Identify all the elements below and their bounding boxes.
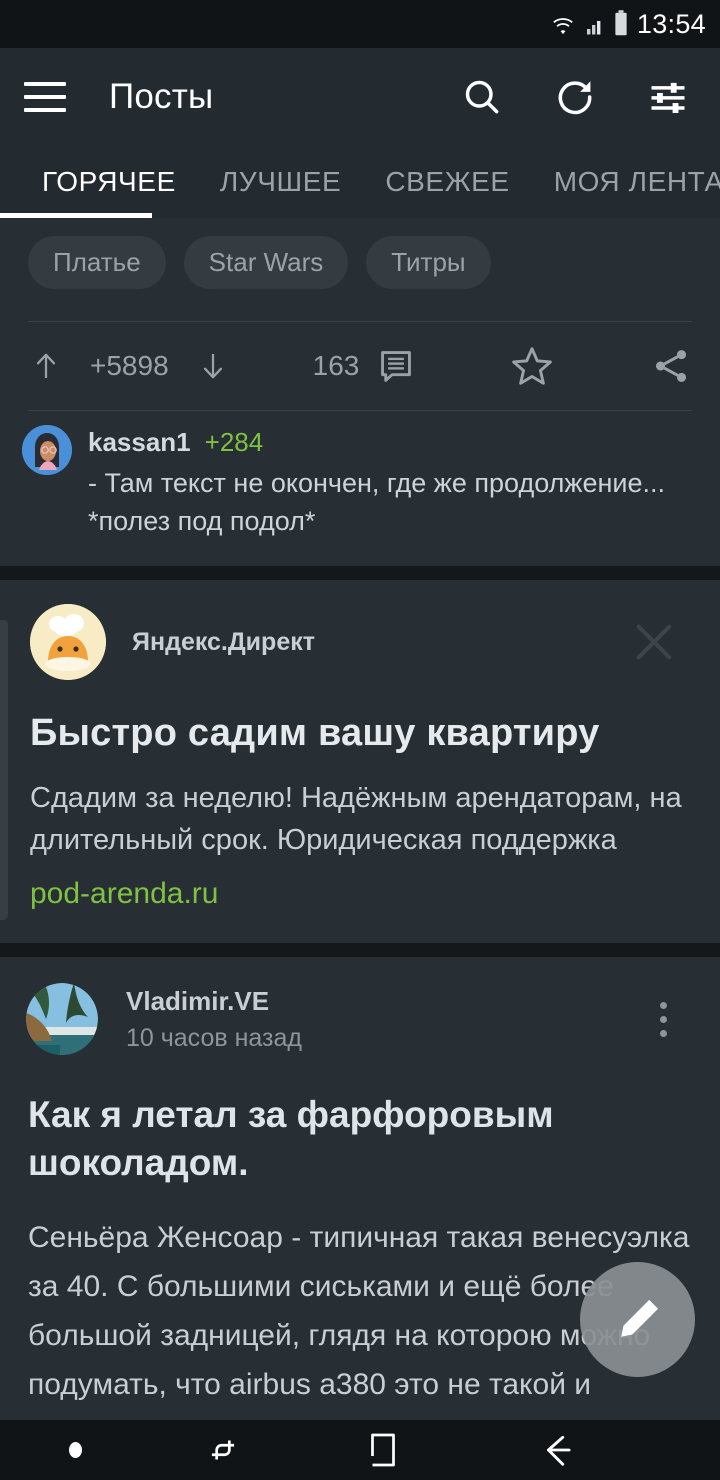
ad-title: Быстро садим вашу квартиру xyxy=(30,712,600,754)
comment-header: kassan1 +284 xyxy=(88,427,692,458)
tune-filter-icon[interactable] xyxy=(646,75,690,119)
comment-rating: +284 xyxy=(204,427,264,457)
downvote-button[interactable] xyxy=(195,346,231,386)
ad-source-label: Яндекс.Директ xyxy=(132,627,315,656)
status-bar: 13:54 xyxy=(0,0,720,48)
post-card-partial[interactable]: Платье Star Wars Титры +5898 163 kassan1… xyxy=(0,218,720,778)
search-icon[interactable] xyxy=(460,75,504,119)
comment-username[interactable]: kassan1 xyxy=(88,427,191,458)
pencil-edit-icon xyxy=(620,1299,658,1337)
comment-text: - Там текст не окончен, где же продолжен… xyxy=(88,468,665,536)
tab-fresh[interactable]: СВЕЖЕЕ xyxy=(363,145,531,218)
tag-list: Платье Star Wars Титры xyxy=(0,218,720,293)
wifi-icon xyxy=(553,18,573,35)
page-title: Посты xyxy=(109,76,214,116)
post-timestamp: 10 часов назад xyxy=(126,1023,302,1052)
comments-count: 163 xyxy=(312,350,360,381)
comment-preview[interactable]: kassan1 +284 - Там текст не окончен, где… xyxy=(0,411,720,566)
signal-icon xyxy=(586,21,601,35)
status-bar-icons xyxy=(548,9,630,39)
post-title[interactable]: Как я летал за фарфоровым шоколадом. xyxy=(0,1055,720,1187)
tab-label: МОЯ ЛЕНТА xyxy=(553,165,720,197)
tab-label: ЛУЧШЕЕ xyxy=(219,165,342,197)
app-root: 13:54 Посты ГОРЯЧЕЕ ЛУЧШЕЕ СВЕЖЕЕ МОЯ ЛЕ… xyxy=(0,0,720,1480)
hamburger-menu-icon[interactable] xyxy=(24,81,66,112)
tab-label: ГОРЯЧЕЕ xyxy=(42,165,176,197)
create-post-fab[interactable] xyxy=(580,1262,695,1377)
app-bar-actions xyxy=(460,75,690,119)
battery-icon xyxy=(615,10,627,36)
tab-label: СВЕЖЕЕ xyxy=(385,165,510,197)
post-rating: +5898 xyxy=(90,350,169,381)
feed-separator xyxy=(0,566,720,580)
tab-best[interactable]: ЛУЧШЕЕ xyxy=(198,145,363,218)
ad-card[interactable]: Яндекс.Директ Быстро садим вашу квартиру… xyxy=(0,580,720,943)
avatar[interactable] xyxy=(26,983,98,1055)
nav-dot-indicator[interactable] xyxy=(0,1442,150,1458)
refresh-icon[interactable] xyxy=(553,75,597,119)
post-header: Vladimir.VE 10 часов назад xyxy=(0,957,720,1055)
share-icon[interactable] xyxy=(650,345,692,387)
avatar xyxy=(30,604,106,680)
feed-separator xyxy=(0,943,720,957)
ad-link[interactable]: pod-arenda.ru xyxy=(0,861,720,943)
comment-body: kassan1 +284 - Там текст не окончен, где… xyxy=(88,425,692,540)
tag-chip[interactable]: Титры xyxy=(366,236,491,289)
scroll-indicator[interactable] xyxy=(0,620,8,920)
favorite-star-icon[interactable] xyxy=(510,344,554,388)
tab-bar: ГОРЯЧЕЕ ЛУЧШЕЕ СВЕЖЕЕ МОЯ ЛЕНТА 414 С xyxy=(0,145,720,218)
post-card[interactable]: Vladimir.VE 10 часов назад Как я летал з… xyxy=(0,957,720,1460)
status-bar-clock: 13:54 xyxy=(636,8,706,39)
tab-hot[interactable]: ГОРЯЧЕЕ xyxy=(20,145,198,218)
system-nav-bar xyxy=(0,1420,720,1480)
ad-header: Яндекс.Директ xyxy=(0,580,720,680)
tag-chip[interactable]: Платье xyxy=(28,236,166,289)
tag-chip[interactable]: Star Wars xyxy=(183,236,349,289)
tab-my-feed[interactable]: МОЯ ЛЕНТА 414 xyxy=(532,145,720,218)
close-icon[interactable] xyxy=(626,614,682,670)
post-meta: Vladimir.VE 10 часов назад xyxy=(126,986,640,1053)
nav-back-icon[interactable] xyxy=(470,1431,645,1469)
post-author[interactable]: Vladimir.VE xyxy=(126,986,640,1017)
upvote-button[interactable] xyxy=(28,346,64,386)
post-action-bar: +5898 163 xyxy=(0,322,720,410)
ad-body-text: Сдадим за неделю! Надёжным арендаторам, … xyxy=(30,782,682,856)
nav-switch-icon[interactable] xyxy=(150,1431,295,1469)
app-bar: Посты xyxy=(0,48,720,145)
comments-icon[interactable] xyxy=(377,347,415,385)
nav-home-icon[interactable] xyxy=(295,1430,470,1470)
avatar xyxy=(22,425,72,475)
more-options-icon[interactable] xyxy=(640,1001,686,1037)
